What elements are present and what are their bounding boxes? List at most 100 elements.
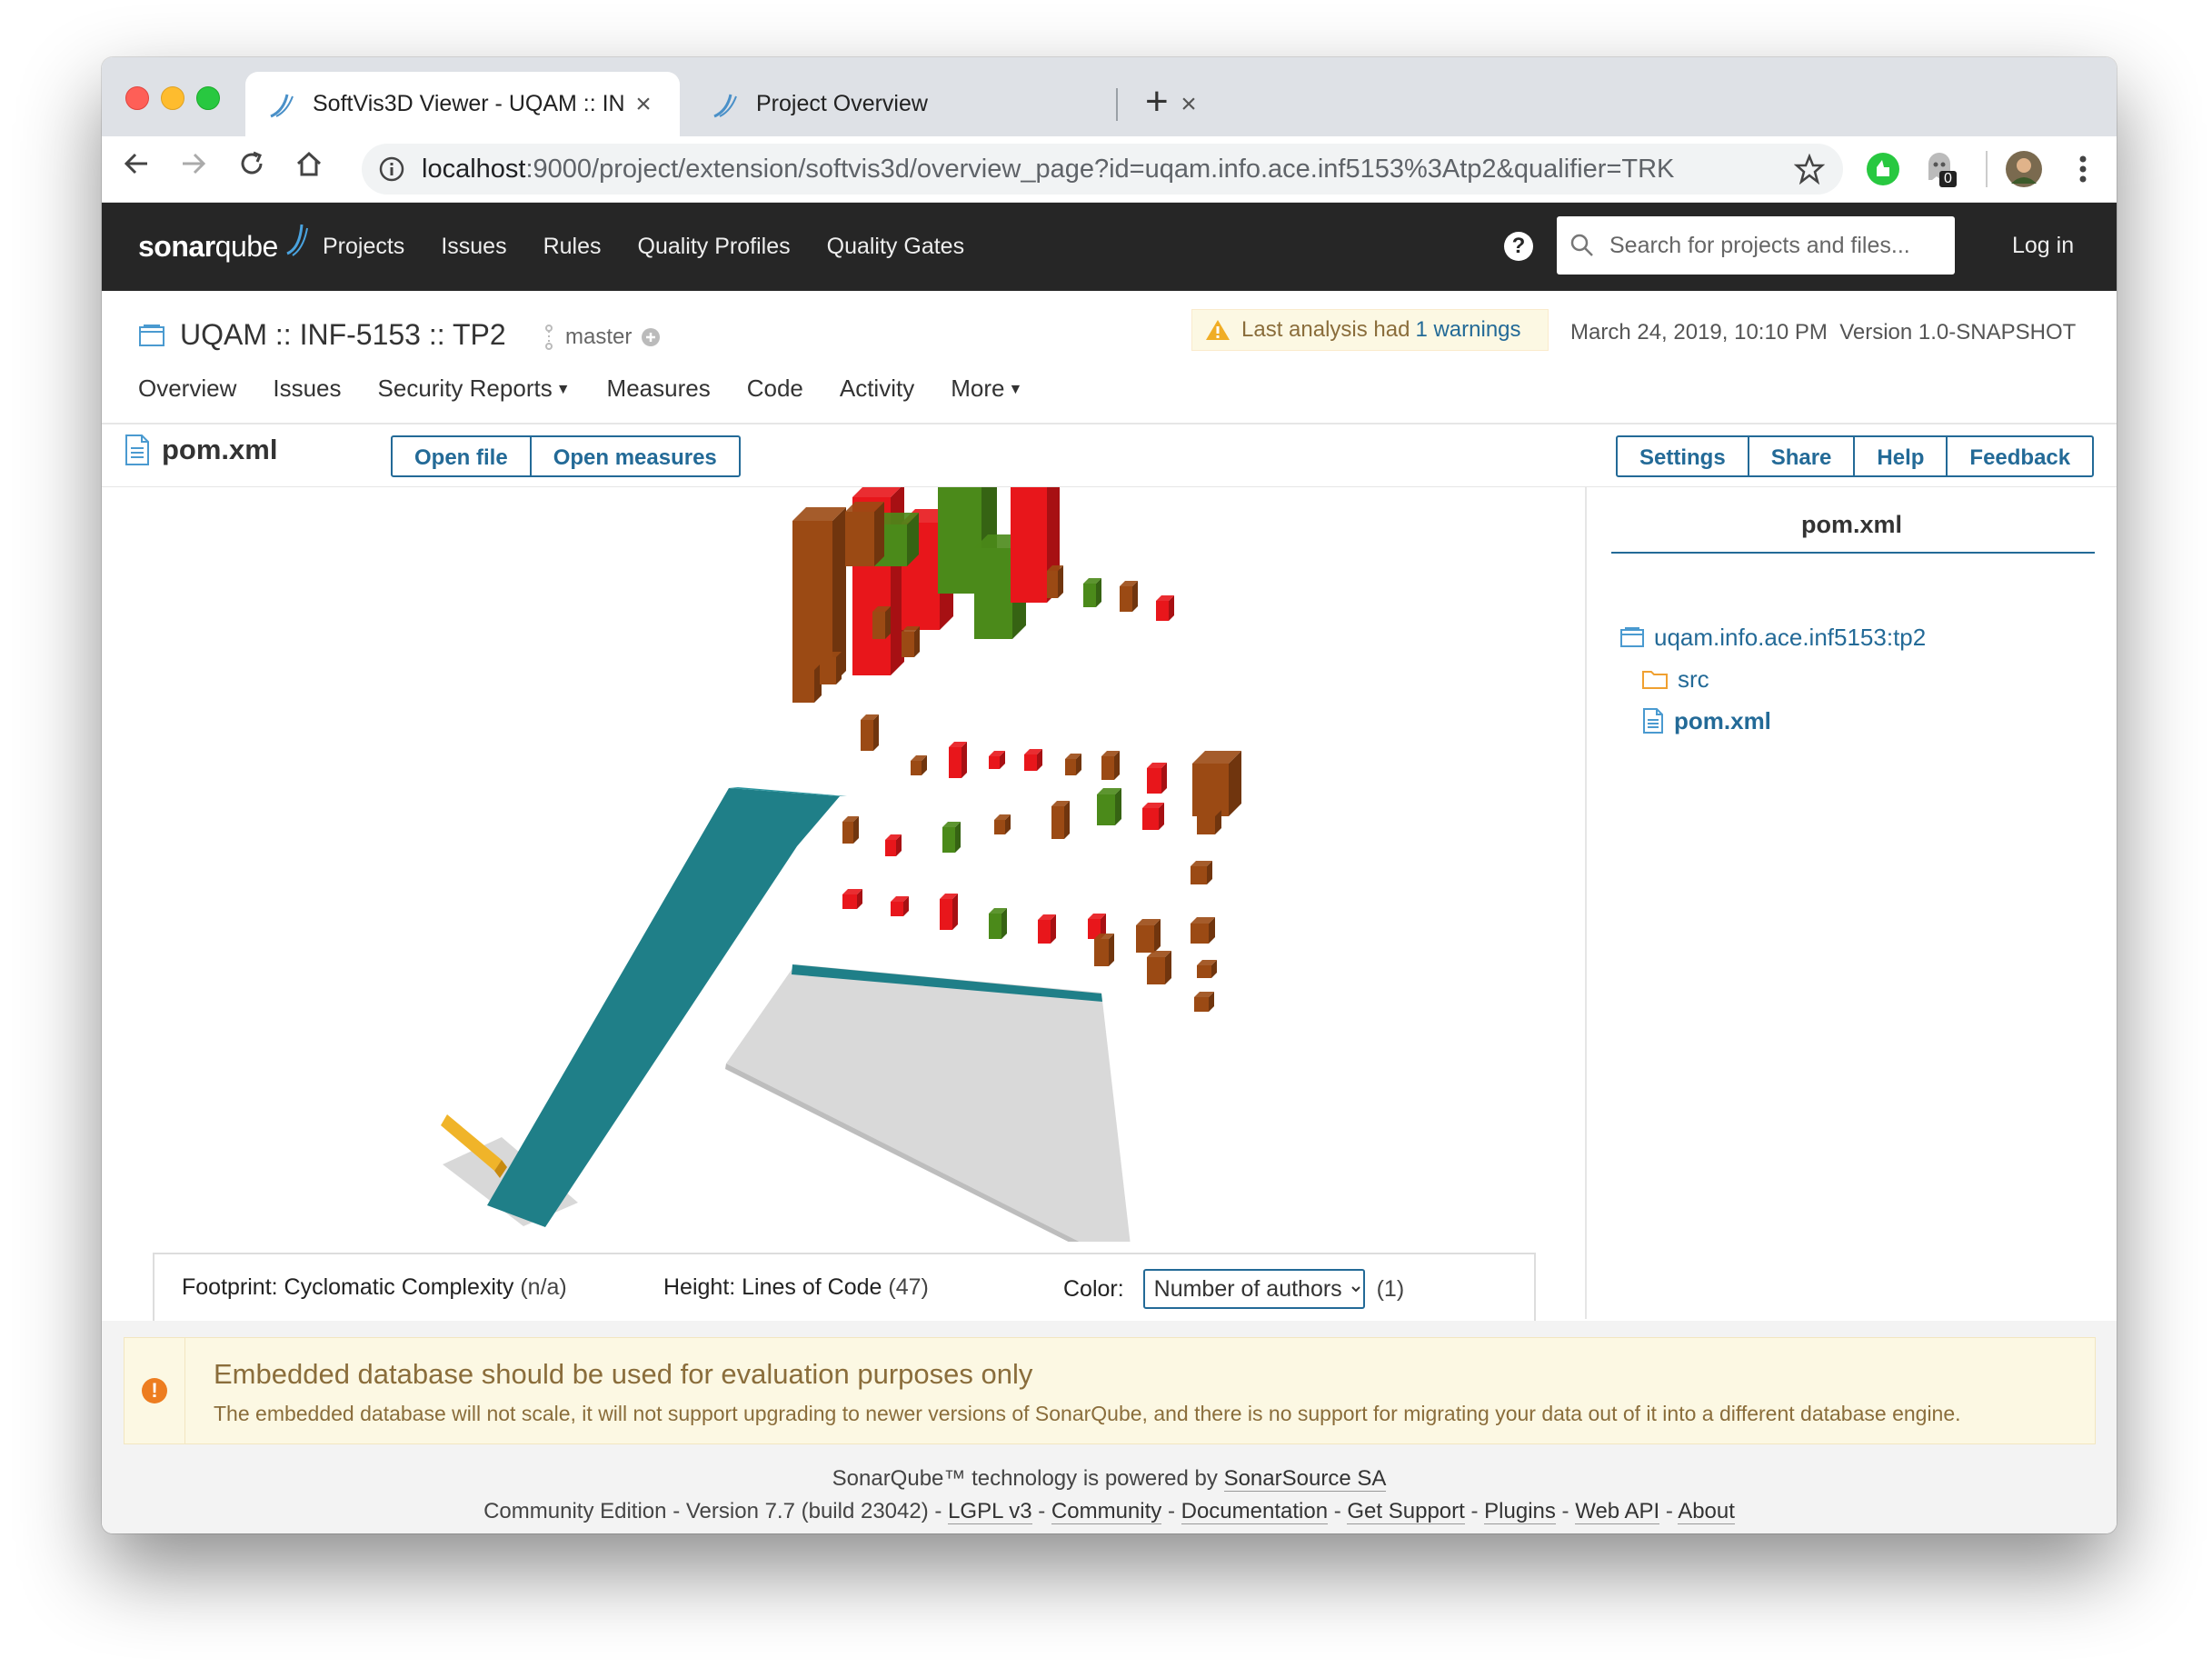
- building-front[interactable]: [1011, 487, 1047, 603]
- address-bar[interactable]: localhost:9000/project/extension/softvis…: [362, 144, 1843, 195]
- building-front[interactable]: [1156, 601, 1169, 621]
- branch-indicator[interactable]: master: [542, 324, 661, 351]
- help-button[interactable]: Help: [1853, 435, 1948, 477]
- building-front[interactable]: [1191, 866, 1207, 884]
- building-front[interactable]: [842, 894, 857, 909]
- tab-measures[interactable]: Measures: [607, 375, 711, 403]
- documentation-link[interactable]: Documentation: [1181, 1499, 1329, 1524]
- search-input[interactable]: [1608, 231, 1938, 260]
- building-front[interactable]: [872, 612, 885, 639]
- building-front[interactable]: [842, 822, 853, 844]
- close-window-button[interactable]: [125, 86, 149, 110]
- nav-issues[interactable]: Issues: [441, 234, 506, 260]
- building-front[interactable]: [1136, 925, 1154, 953]
- feedback-button[interactable]: Feedback: [1946, 435, 2095, 477]
- extension-ghost-button[interactable]: 0: [1919, 147, 1965, 193]
- community-link[interactable]: Community: [1051, 1499, 1162, 1524]
- bookmark-star-icon[interactable]: [1794, 154, 1825, 185]
- building-front[interactable]: [911, 761, 922, 775]
- city-3d-scene[interactable]: [102, 487, 1585, 1242]
- color-metric-select[interactable]: Number of authors: [1142, 1269, 1365, 1309]
- browser-menu-icon[interactable]: [2063, 149, 2103, 189]
- nav-quality-profiles[interactable]: Quality Profiles: [638, 234, 791, 260]
- forward-button[interactable]: [172, 147, 215, 191]
- project-title[interactable]: UQAM :: INF-5153 :: TP2: [138, 318, 506, 352]
- building-front[interactable]: [974, 548, 1012, 639]
- tree-item-pom[interactable]: pom.xml: [1619, 700, 1926, 742]
- close-tab-icon[interactable]: ×: [629, 89, 658, 120]
- building-front[interactable]: [1147, 957, 1165, 984]
- building-front[interactable]: [792, 670, 814, 703]
- reload-button[interactable]: [230, 147, 274, 191]
- tree-item-project[interactable]: uqam.info.ace.inf5153:tp2: [1619, 616, 1926, 658]
- plus-circle-icon[interactable]: [641, 327, 661, 347]
- home-button[interactable]: [287, 147, 331, 191]
- building-front[interactable]: [1051, 806, 1064, 839]
- zoom-window-button[interactable]: [196, 86, 220, 110]
- nav-quality-gates[interactable]: Quality Gates: [827, 234, 964, 260]
- web-api-link[interactable]: Web API: [1575, 1499, 1660, 1524]
- lgpl-link[interactable]: LGPL v3: [948, 1499, 1032, 1524]
- building-front[interactable]: [1194, 997, 1209, 1012]
- building-front[interactable]: [1097, 794, 1115, 825]
- building-front[interactable]: [1142, 808, 1159, 830]
- building-front[interactable]: [1065, 759, 1076, 775]
- tab-overview[interactable]: Overview: [138, 375, 236, 403]
- building-front[interactable]: [1038, 920, 1051, 944]
- tab-more[interactable]: More ▼: [951, 375, 1022, 403]
- share-button[interactable]: Share: [1747, 435, 1856, 477]
- tab-activity[interactable]: Activity: [840, 375, 914, 403]
- extension-green-icon[interactable]: [1863, 149, 1903, 189]
- building-front[interactable]: [1197, 965, 1211, 978]
- global-search[interactable]: [1557, 216, 1955, 275]
- building-front[interactable]: [1094, 939, 1109, 966]
- new-tab-button[interactable]: +: [1145, 79, 1169, 125]
- building-front[interactable]: [994, 820, 1005, 834]
- building-front[interactable]: [1024, 754, 1037, 771]
- warnings-link[interactable]: 1 warnings: [1415, 317, 1520, 343]
- tab-code[interactable]: Code: [747, 375, 803, 403]
- tree-item-src[interactable]: src: [1619, 658, 1926, 700]
- back-button[interactable]: [115, 147, 158, 191]
- building-front[interactable]: [942, 827, 955, 853]
- login-link[interactable]: Log in: [2012, 233, 2074, 259]
- building-front[interactable]: [1083, 584, 1096, 607]
- close-tab-icon[interactable]: ×: [1174, 89, 1203, 120]
- minimize-window-button[interactable]: [161, 86, 184, 110]
- sonarsource-link[interactable]: SonarSource SA: [1223, 1466, 1387, 1492]
- profile-avatar-icon[interactable]: [2004, 149, 2044, 189]
- building-front[interactable]: [820, 657, 836, 684]
- building-front[interactable]: [949, 747, 962, 778]
- sonarqube-logo[interactable]: sonarqube: [138, 224, 311, 264]
- settings-button[interactable]: Settings: [1616, 435, 1749, 477]
- building-front[interactable]: [891, 902, 903, 916]
- building-front[interactable]: [1047, 571, 1058, 598]
- building-front[interactable]: [902, 632, 914, 657]
- tab-security-reports[interactable]: Security Reports ▼: [378, 375, 571, 403]
- open-measures-button[interactable]: Open measures: [529, 435, 741, 477]
- plugins-link[interactable]: Plugins: [1484, 1499, 1556, 1524]
- tab-softvis3d[interactable]: SoftVis3D Viewer - UQAM :: IN ×: [245, 72, 680, 136]
- tab-issues[interactable]: Issues: [273, 375, 341, 403]
- about-link[interactable]: About: [1678, 1499, 1735, 1524]
- open-file-button[interactable]: Open file: [391, 435, 532, 477]
- building-front[interactable]: [989, 756, 1000, 769]
- building-front[interactable]: [845, 512, 874, 566]
- project-tabs: Overview Issues Security Reports ▼ Measur…: [138, 375, 1022, 403]
- building-front[interactable]: [885, 840, 896, 856]
- building-front[interactable]: [940, 899, 952, 930]
- help-icon[interactable]: ?: [1504, 232, 1533, 261]
- building-front[interactable]: [1147, 768, 1161, 794]
- nav-projects[interactable]: Projects: [323, 234, 404, 260]
- building-front[interactable]: [861, 720, 873, 751]
- softvis3d-canvas[interactable]: Footprint: Cyclomatic Complexity (n/a) H…: [102, 487, 1587, 1322]
- building-front[interactable]: [989, 914, 1001, 939]
- nav-rules[interactable]: Rules: [543, 234, 602, 260]
- building-front[interactable]: [1192, 764, 1229, 816]
- building-front[interactable]: [1197, 816, 1215, 834]
- building-front[interactable]: [1191, 924, 1209, 944]
- building-front[interactable]: [1120, 586, 1132, 612]
- building-side: [885, 606, 891, 639]
- get-support-link[interactable]: Get Support: [1347, 1499, 1465, 1524]
- building-front[interactable]: [1101, 756, 1114, 780]
